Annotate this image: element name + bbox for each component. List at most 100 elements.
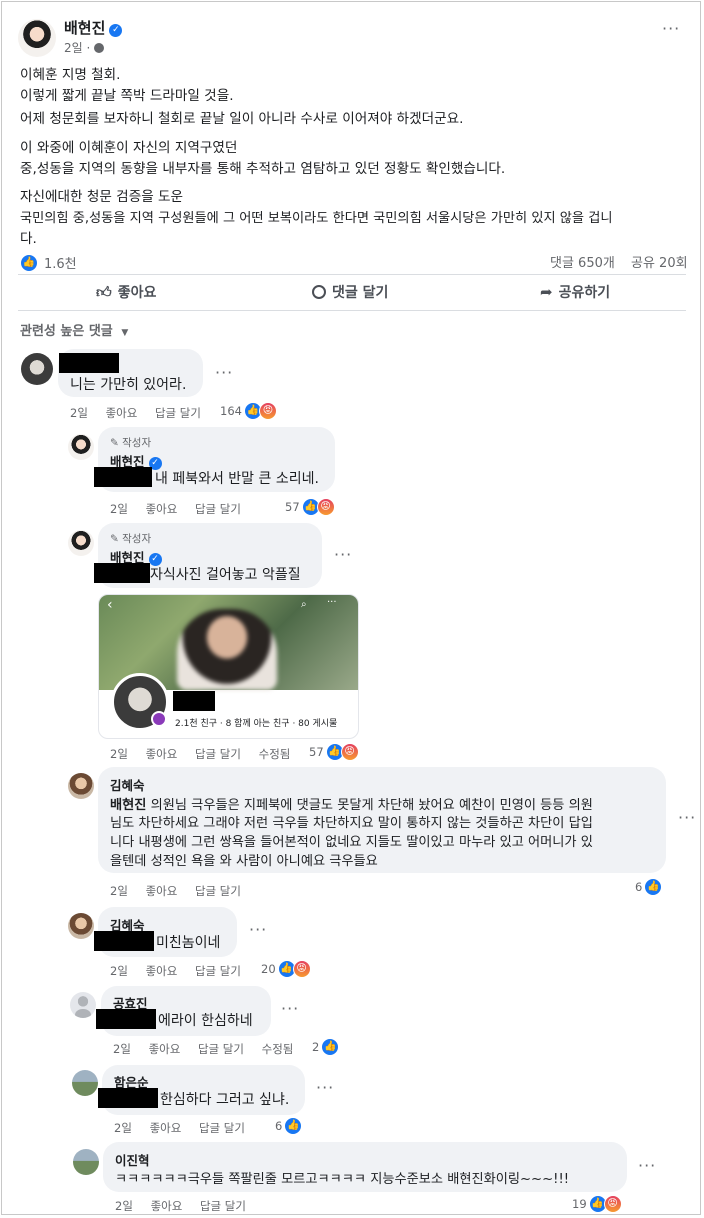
mention-link[interactable]: 배현진 bbox=[110, 798, 146, 813]
comment-author-name[interactable]: 이진혁 bbox=[115, 1150, 150, 1169]
comment-reactions[interactable]: 20 👍 😡 bbox=[261, 960, 311, 978]
comment-sort-dropdown[interactable]: 관련성 높은 댓글 ▼ bbox=[20, 320, 128, 339]
angry-reaction-icon: 😡 bbox=[292, 960, 311, 978]
reaction-summary[interactable]: 👍 1.6천 bbox=[20, 253, 77, 272]
default-avatar-icon[interactable] bbox=[70, 992, 96, 1018]
redacted-name bbox=[59, 353, 119, 373]
comment-text: 에라이 한심하네 bbox=[158, 1013, 253, 1029]
comment-reply-link[interactable]: 답글 달기 bbox=[195, 964, 241, 978]
comment-reactions[interactable]: 6 👍 bbox=[275, 1117, 303, 1135]
profile-badge-icon bbox=[151, 711, 167, 727]
redacted-mention bbox=[96, 1009, 156, 1029]
comment-reply-link[interactable]: 답글 달기 bbox=[198, 1042, 244, 1056]
post-paragraph: 다. bbox=[20, 231, 37, 247]
comment-meta: 2일 좋아요 답글 달기 bbox=[115, 1199, 246, 1213]
comment-like-link[interactable]: 좋아요 bbox=[146, 747, 178, 761]
comment-reply-link[interactable]: 답글 달기 bbox=[195, 502, 241, 516]
comment-text: 미친놈이네 bbox=[156, 935, 221, 951]
comment-meta: 2일 좋아요 답글 달기 수정됨 bbox=[113, 1042, 294, 1056]
comment-meta: 2일 좋아요 답글 달기 bbox=[110, 884, 241, 898]
comment-reply-link[interactable]: 답글 달기 bbox=[199, 1121, 245, 1135]
comment-like-link[interactable]: 좋아요 bbox=[149, 1042, 181, 1056]
comment-text: 한심하다 그러고 싶냐. bbox=[160, 1092, 290, 1108]
comment-meta: 2일 좋아요 답글 달기 bbox=[70, 406, 201, 420]
comment-author-name[interactable]: 김혜숙 bbox=[110, 775, 145, 794]
comment-text: 내 페북와서 반말 큰 소리네. bbox=[155, 471, 319, 487]
globe-icon bbox=[94, 43, 105, 53]
comment-like-link[interactable]: 좋아요 bbox=[106, 406, 138, 420]
comment-more-icon[interactable]: ··· bbox=[215, 363, 233, 382]
comment-like-link[interactable]: 좋아요 bbox=[146, 884, 178, 898]
comment-text: 을텐데 성적인 욕을 와 사람이 아니예요 극우들요 bbox=[110, 854, 378, 869]
comment-meta: 2일 좋아요 답글 달기 bbox=[114, 1121, 245, 1135]
comment-more-icon[interactable]: ··· bbox=[678, 808, 696, 827]
post-paragraph: 중,성동을 지역의 동향을 내부자를 통해 추적하고 염탐하고 있던 정황도 확… bbox=[20, 161, 506, 177]
like-reaction-icon: 👍 bbox=[644, 878, 663, 896]
comment-like-link[interactable]: 좋아요 bbox=[150, 1121, 182, 1135]
post-more-icon[interactable]: ··· bbox=[662, 19, 680, 38]
commenter-avatar[interactable] bbox=[72, 1070, 98, 1096]
comment-text: 니다 내평생에 그런 쌍욕을 들어본적이 없네요 지들도 딸이있고 마누라 있고… bbox=[110, 835, 593, 850]
caret-down-icon: ▼ bbox=[121, 328, 129, 338]
pencil-icon: ✎ bbox=[110, 533, 123, 545]
comment-button[interactable]: 댓글 달기 bbox=[312, 282, 388, 302]
commenter-avatar[interactable] bbox=[73, 1149, 99, 1175]
comment-reactions[interactable]: 57 👍 😡 bbox=[309, 743, 359, 761]
like-reaction-icon: 👍 bbox=[321, 1038, 340, 1056]
comment-meta: 2일 좋아요 답글 달기 수정됨 bbox=[110, 747, 291, 761]
profile-card-stats: 2.1천 친구 · 8 함께 아는 친구 · 80 게시물 bbox=[175, 719, 338, 729]
author-avatar[interactable] bbox=[68, 434, 94, 460]
like-button[interactable]: 👍︎ 좋아요 bbox=[96, 282, 156, 302]
comment-reply-link[interactable]: 답글 달기 bbox=[155, 406, 201, 420]
angry-reaction-icon: 😡 bbox=[603, 1195, 622, 1213]
post-card: 배현진 ✓ 2일 · ··· 이혜훈 지명 철회. 이렇게 짧게 끝날 쪽박 드라… bbox=[1, 1, 701, 1215]
comment-more-icon[interactable]: ··· bbox=[334, 545, 352, 564]
comments-count[interactable]: 댓글 650개 bbox=[550, 252, 615, 271]
comment-like-link[interactable]: 좋아요 bbox=[151, 1199, 183, 1213]
comment-like-link[interactable]: 좋아요 bbox=[146, 502, 178, 516]
comment-meta: 2일 좋아요 답글 달기 bbox=[110, 502, 241, 516]
attached-profile-image[interactable]: ‹ ⌕ ··· 2.1천 친구 · 8 함께 아는 친구 · 80 게시물 bbox=[98, 594, 359, 739]
post-paragraph: 자신에대한 청문 검증을 도운 bbox=[20, 189, 184, 205]
author-name[interactable]: 배현진 bbox=[64, 19, 105, 37]
blurred-person bbox=[177, 609, 277, 690]
comment-reply-link[interactable]: 답글 달기 bbox=[195, 747, 241, 761]
comment-reactions[interactable]: 57 👍 😡 bbox=[285, 498, 335, 516]
like-reaction-icon: 👍 bbox=[284, 1117, 303, 1135]
comment-reactions[interactable]: 6 👍 bbox=[635, 878, 663, 896]
author-avatar[interactable] bbox=[18, 19, 56, 57]
post-time[interactable]: 2일 · bbox=[64, 39, 105, 56]
angry-reaction-icon: 😡 bbox=[340, 743, 359, 761]
comment-meta: 2일 좋아요 답글 달기 bbox=[110, 964, 241, 978]
redacted-mention bbox=[94, 563, 150, 583]
comment-reactions[interactable]: 2 👍 bbox=[312, 1038, 340, 1056]
comment-text: 자식사진 걸어놓고 악플질 bbox=[150, 567, 301, 583]
angry-reaction-icon: 😡 bbox=[316, 498, 335, 516]
share-button[interactable]: ➦ 공유하기 bbox=[540, 282, 610, 302]
like-reaction-icon: 👍 bbox=[20, 253, 38, 272]
comment-bubble-icon bbox=[312, 285, 326, 299]
comment-more-icon[interactable]: ··· bbox=[316, 1078, 334, 1097]
comment-reactions[interactable]: 164 👍 😡 bbox=[220, 402, 277, 420]
reaction-count: 1.6천 bbox=[44, 257, 77, 272]
comment-text: 배현진 의원님 극우들은 지페북에 댓글도 못달게 차단해 놨어요 예찬이 민영… bbox=[110, 798, 593, 813]
author-avatar[interactable] bbox=[68, 530, 94, 556]
search-icon: ⌕ bbox=[301, 599, 307, 610]
redacted-mention bbox=[94, 931, 154, 951]
divider bbox=[18, 310, 686, 311]
comment-more-icon[interactable]: ··· bbox=[249, 920, 267, 939]
comment-text: 님도 차단하세요 그래야 저런 극우들 차단하지요 말이 통하지 않는 것들하곤… bbox=[110, 816, 593, 831]
comment-reactions[interactable]: 19 👍 😡 bbox=[572, 1195, 622, 1213]
comment-more-icon[interactable]: ··· bbox=[281, 999, 299, 1018]
redacted-mention bbox=[94, 467, 152, 487]
post-paragraph: 이 와중에 이혜훈이 자신의 지역구였던 bbox=[20, 140, 238, 156]
commenter-avatar[interactable] bbox=[68, 773, 94, 799]
comment-like-link[interactable]: 좋아요 bbox=[146, 964, 178, 978]
shares-count[interactable]: 공유 20회 bbox=[631, 252, 688, 271]
comment-more-icon[interactable]: ··· bbox=[638, 1156, 656, 1175]
commenter-avatar[interactable] bbox=[68, 913, 94, 939]
commenter-avatar[interactable] bbox=[21, 353, 53, 385]
comment-reply-link[interactable]: 답글 달기 bbox=[195, 884, 241, 898]
redacted-profile-name bbox=[173, 691, 215, 711]
comment-reply-link[interactable]: 답글 달기 bbox=[200, 1199, 246, 1213]
